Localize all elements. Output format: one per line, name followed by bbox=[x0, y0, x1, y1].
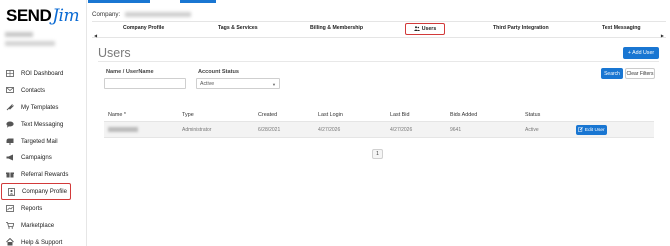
sidebar-item-text-messaging[interactable]: Text Messaging bbox=[0, 116, 87, 133]
gift-icon bbox=[5, 171, 15, 179]
sidebar-item-label: Help & Support bbox=[21, 238, 63, 246]
tab-third-party-integration[interactable]: Third Party Integration bbox=[493, 25, 549, 31]
sidebar-item-label: Marketplace bbox=[21, 221, 55, 229]
sidebar-item-contacts[interactable]: Contacts bbox=[0, 82, 87, 99]
chart-icon bbox=[5, 205, 15, 213]
column-header-bids-added: Bids Added bbox=[450, 112, 478, 118]
column-header-type: Type bbox=[182, 112, 194, 118]
sidebar-item-my-templates[interactable]: My Templates bbox=[0, 99, 87, 116]
user-bids-added: 9641 bbox=[450, 127, 462, 133]
top-accent-bar-mid bbox=[180, 0, 216, 3]
plug-icon bbox=[5, 103, 15, 111]
sidebar-item-label: Referral Rewards bbox=[21, 171, 69, 179]
sidebar-item-company-profile[interactable]: Company Profile bbox=[1, 183, 71, 201]
sidebar-item-label: Contacts bbox=[21, 86, 46, 94]
mailbox-icon bbox=[5, 137, 15, 145]
tab-tags-services[interactable]: Tags & Services bbox=[218, 25, 258, 31]
tab-users-label: Users bbox=[421, 26, 437, 32]
account-status-value: Active bbox=[200, 80, 215, 87]
sidebar-item-label: Targeted Mail bbox=[21, 137, 58, 145]
pagination-page-button[interactable]: 1 bbox=[372, 149, 383, 159]
sidebar-item-help-support[interactable]: Help & Support bbox=[0, 234, 87, 246]
scroll-left-icon[interactable]: ◀ bbox=[94, 33, 97, 38]
user-created: 6/28/2021 bbox=[258, 127, 281, 133]
table-row: Administrator 6/28/2021 4/27/2026 4/27/2… bbox=[104, 122, 654, 138]
envelope-icon bbox=[5, 86, 15, 94]
divider bbox=[98, 61, 659, 62]
sidebar-item-label: Reports bbox=[21, 205, 43, 213]
user-type: Administrator bbox=[182, 127, 212, 133]
column-header-last-bid: Last Bid bbox=[390, 112, 410, 118]
add-user-button[interactable]: + Add User bbox=[623, 47, 659, 59]
column-header-status: Status bbox=[525, 112, 541, 118]
profile-icon bbox=[6, 187, 16, 196]
help-icon bbox=[5, 238, 15, 246]
sidebar-item-label: Company Profile bbox=[22, 188, 68, 196]
account-status-select[interactable]: Active ▼ bbox=[196, 78, 280, 89]
sidebar-nav: ROI Dashboard Contacts My Templates Text… bbox=[0, 65, 87, 246]
company-label: Company: bbox=[92, 11, 121, 18]
tabs-scroller: ◀ ▶ bbox=[92, 33, 666, 38]
name-filter-label: Name / UserName bbox=[106, 69, 154, 75]
user-last-bid: 4/27/2026 bbox=[390, 127, 413, 133]
tab-text-messaging[interactable]: Text Messaging bbox=[602, 25, 641, 31]
company-header: Company: bbox=[92, 11, 191, 18]
account-status-label: Account Status bbox=[198, 69, 240, 75]
chat-icon bbox=[5, 120, 15, 128]
tab-company-profile[interactable]: Company Profile bbox=[123, 25, 164, 31]
sidebar-item-label: Text Messaging bbox=[21, 120, 64, 128]
scroll-right-icon[interactable]: ▶ bbox=[661, 33, 664, 38]
clear-filters-button[interactable]: Clear Filters bbox=[625, 68, 655, 79]
top-accent-bar bbox=[88, 0, 150, 3]
megaphone-icon bbox=[5, 154, 15, 162]
user-name-redacted bbox=[108, 127, 138, 133]
sidebar-item-label: ROI Dashboard bbox=[21, 69, 64, 77]
company-name-redacted bbox=[124, 11, 191, 17]
sidebar-item-marketplace[interactable]: Marketplace bbox=[0, 217, 87, 234]
users-icon bbox=[413, 25, 420, 33]
cart-icon bbox=[5, 221, 15, 229]
sidebar-item-label: My Templates bbox=[21, 103, 59, 111]
edit-user-button[interactable]: Edit User bbox=[576, 125, 607, 135]
sendjim-logo[interactable]: SENDJim bbox=[6, 6, 80, 26]
page-title: Users bbox=[98, 46, 131, 60]
edit-icon bbox=[578, 126, 584, 134]
chevron-down-icon: ▼ bbox=[272, 82, 276, 87]
column-header-name[interactable]: Name * bbox=[108, 112, 126, 118]
sidebar-item-referral-rewards[interactable]: Referral Rewards bbox=[0, 166, 87, 183]
user-last-login: 4/27/2026 bbox=[318, 127, 341, 133]
sidebar-item-campaigns[interactable]: Campaigns bbox=[0, 149, 87, 166]
column-header-last-login: Last Login bbox=[318, 112, 343, 118]
tab-billing-membership[interactable]: Billing & Membership bbox=[310, 25, 363, 31]
sidebar-item-targeted-mail[interactable]: Targeted Mail bbox=[0, 133, 87, 150]
user-info-redacted bbox=[5, 32, 55, 46]
logo-text-jim: Jim bbox=[52, 6, 80, 26]
column-header-created: Created bbox=[258, 112, 278, 118]
sidebar-item-roi-dashboard[interactable]: ROI Dashboard bbox=[0, 65, 87, 82]
sidebar: SENDJim ROI Dashboard Contacts My Templa… bbox=[0, 0, 87, 246]
sidebar-item-reports[interactable]: Reports bbox=[0, 200, 87, 217]
logo-text-send: SEND bbox=[6, 6, 52, 25]
name-search-input[interactable] bbox=[104, 78, 186, 89]
user-status: Active bbox=[525, 127, 539, 133]
grid-icon bbox=[5, 69, 15, 77]
edit-user-label: Edit User bbox=[584, 127, 605, 133]
search-button[interactable]: Search bbox=[601, 68, 623, 79]
sidebar-item-label: Campaigns bbox=[21, 154, 52, 162]
